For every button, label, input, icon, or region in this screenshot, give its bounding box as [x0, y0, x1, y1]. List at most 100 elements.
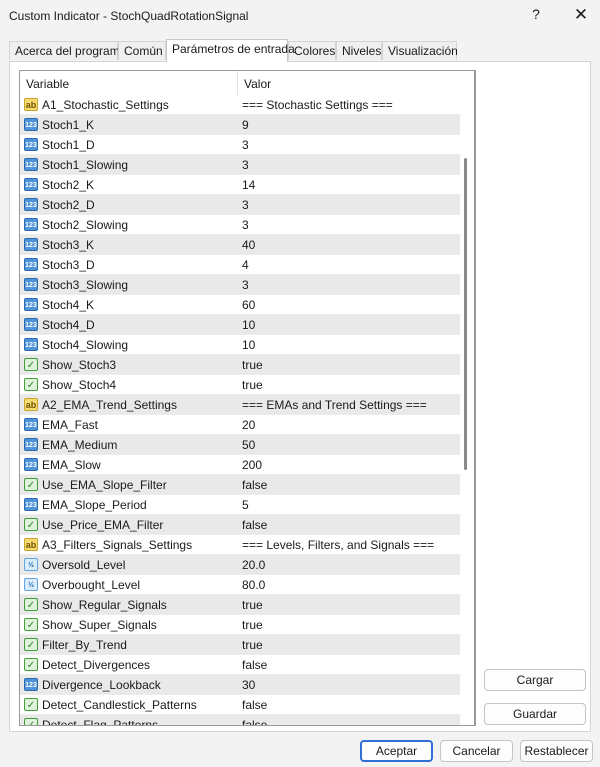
parameter-value[interactable]: 80.0: [242, 578, 265, 592]
parameter-row[interactable]: ✓ Detect_Candlestick_Patterns false: [20, 695, 460, 715]
parameter-name: Show_Stoch3: [42, 358, 117, 372]
parameter-row[interactable]: 123 EMA_Fast 20: [20, 415, 460, 435]
parameter-value[interactable]: 60: [242, 298, 255, 312]
parameter-row[interactable]: 123 Stoch2_D 3: [20, 195, 460, 215]
parameter-value[interactable]: 5: [242, 498, 249, 512]
double-type-icon: ½: [24, 578, 38, 591]
integer-type-icon: 123: [24, 278, 38, 291]
parameter-value[interactable]: false: [242, 658, 267, 672]
parameter-value[interactable]: === EMAs and Trend Settings ===: [242, 398, 427, 412]
parameter-value[interactable]: 9: [242, 118, 249, 132]
parameter-value[interactable]: 10: [242, 318, 255, 332]
parameter-row[interactable]: 123 Stoch3_D 4: [20, 255, 460, 275]
accept-button[interactable]: Aceptar: [360, 740, 433, 762]
parameter-row[interactable]: ✓ Show_Stoch3 true: [20, 355, 460, 375]
parameter-value[interactable]: true: [242, 618, 263, 632]
parameter-row[interactable]: 123 EMA_Slope_Period 5: [20, 495, 460, 515]
parameter-value[interactable]: === Stochastic Settings ===: [242, 98, 393, 112]
parameter-row[interactable]: 123 Stoch4_D 10: [20, 315, 460, 335]
parameter-value[interactable]: 50: [242, 438, 255, 452]
parameter-row[interactable]: ½ Oversold_Level 20.0: [20, 555, 460, 575]
cancel-button[interactable]: Cancelar: [440, 740, 513, 762]
parameter-row[interactable]: 123 Divergence_Lookback 30: [20, 675, 460, 695]
parameter-value[interactable]: 3: [242, 198, 249, 212]
integer-type-icon: 123: [24, 198, 38, 211]
save-button[interactable]: Guardar: [484, 703, 586, 725]
parameter-value[interactable]: 20: [242, 418, 255, 432]
parameter-value[interactable]: true: [242, 358, 263, 372]
grid-header: Variable Valor: [20, 71, 460, 96]
bool-type-icon: ✓: [24, 618, 38, 631]
parameter-row[interactable]: ✓ Show_Regular_Signals true: [20, 595, 460, 615]
parameter-value[interactable]: false: [242, 698, 267, 712]
tab-strip: Acerca del programa Común Parámetros de …: [9, 39, 591, 62]
tab-about[interactable]: Acerca del programa: [9, 41, 126, 60]
column-header-value[interactable]: Valor: [244, 77, 271, 91]
parameter-row[interactable]: 123 Stoch3_Slowing 3: [20, 275, 460, 295]
parameter-value[interactable]: 3: [242, 278, 249, 292]
parameter-row[interactable]: ab A3_Filters_Signals_Settings === Levels,…: [20, 535, 460, 555]
bool-type-icon: ✓: [24, 598, 38, 611]
parameter-value[interactable]: 20.0: [242, 558, 265, 572]
grid-right-border: [475, 70, 476, 726]
parameter-name: Overbought_Level: [42, 578, 141, 592]
parameter-value[interactable]: false: [242, 718, 267, 725]
integer-type-icon: 123: [24, 498, 38, 511]
tab-input-parameters[interactable]: Parámetros de entrada: [166, 39, 295, 62]
tab-visualization[interactable]: Visualización: [382, 41, 458, 60]
parameter-value[interactable]: true: [242, 598, 263, 612]
parameter-name: Stoch4_K: [42, 298, 95, 312]
parameter-row[interactable]: ab A1_Stochastic_Settings === Stochastic S…: [20, 95, 460, 115]
parameter-row[interactable]: 123 EMA_Medium 50: [20, 435, 460, 455]
parameter-row[interactable]: 123 Stoch2_K 14: [20, 175, 460, 195]
parameter-value[interactable]: 200: [242, 458, 262, 472]
parameter-value[interactable]: 3: [242, 158, 249, 172]
parameter-value[interactable]: 40: [242, 238, 255, 252]
parameter-row[interactable]: ✓ Show_Super_Signals true: [20, 615, 460, 635]
parameter-value[interactable]: 3: [242, 218, 249, 232]
parameter-row[interactable]: ½ Overbought_Level 80.0: [20, 575, 460, 595]
close-button[interactable]: ✕: [571, 5, 591, 25]
parameter-value[interactable]: 10: [242, 338, 255, 352]
scrollbar-thumb[interactable]: [464, 158, 467, 470]
parameter-row[interactable]: ✓ Detect_Divergences false: [20, 655, 460, 675]
parameter-row[interactable]: 123 Stoch1_K 9: [20, 115, 460, 135]
parameter-row[interactable]: 123 Stoch3_K 40: [20, 235, 460, 255]
parameter-value[interactable]: false: [242, 518, 267, 532]
parameter-row[interactable]: ✓ Use_Price_EMA_Filter false: [20, 515, 460, 535]
tab-levels[interactable]: Niveles: [336, 41, 382, 60]
integer-type-icon: 123: [24, 238, 38, 251]
parameter-row[interactable]: ✓ Use_EMA_Slope_Filter false: [20, 475, 460, 495]
parameter-row[interactable]: 123 Stoch1_Slowing 3: [20, 155, 460, 175]
parameter-value[interactable]: 30: [242, 678, 255, 692]
parameter-value[interactable]: true: [242, 638, 263, 652]
parameter-value[interactable]: true: [242, 378, 263, 392]
parameter-row[interactable]: 123 Stoch2_Slowing 3: [20, 215, 460, 235]
parameter-row[interactable]: 123 Stoch4_Slowing 10: [20, 335, 460, 355]
reset-button[interactable]: Restablecer: [520, 740, 593, 762]
parameter-value[interactable]: false: [242, 478, 267, 492]
help-button[interactable]: ?: [528, 6, 544, 24]
parameter-row[interactable]: ✓ Detect_Flag_Patterns false: [20, 715, 460, 725]
parameter-value[interactable]: 3: [242, 138, 249, 152]
parameter-value[interactable]: === Levels, Filters, and Signals ===: [242, 538, 434, 552]
parameter-name: A3_Filters_Signals_Settings: [42, 538, 193, 552]
load-button[interactable]: Cargar: [484, 669, 586, 691]
parameter-row[interactable]: ✓ Filter_By_Trend true: [20, 635, 460, 655]
parameter-row[interactable]: ab A2_EMA_Trend_Settings === EMAs and Tren…: [20, 395, 460, 415]
integer-type-icon: 123: [24, 218, 38, 231]
vertical-scrollbar[interactable]: [456, 70, 475, 726]
parameter-row[interactable]: 123 Stoch4_K 60: [20, 295, 460, 315]
bool-type-icon: ✓: [24, 478, 38, 491]
bool-type-icon: ✓: [24, 518, 38, 531]
parameter-row[interactable]: ✓ Show_Stoch4 true: [20, 375, 460, 395]
parameter-name: Show_Stoch4: [42, 378, 117, 392]
parameter-row[interactable]: 123 Stoch1_D 3: [20, 135, 460, 155]
tab-common[interactable]: Común: [118, 41, 166, 60]
parameter-value[interactable]: 4: [242, 258, 249, 272]
parameter-value[interactable]: 14: [242, 178, 255, 192]
column-separator[interactable]: [237, 71, 238, 95]
column-header-variable[interactable]: Variable: [26, 77, 69, 91]
parameter-row[interactable]: 123 EMA_Slow 200: [20, 455, 460, 475]
tab-colors[interactable]: Colores: [288, 41, 336, 60]
